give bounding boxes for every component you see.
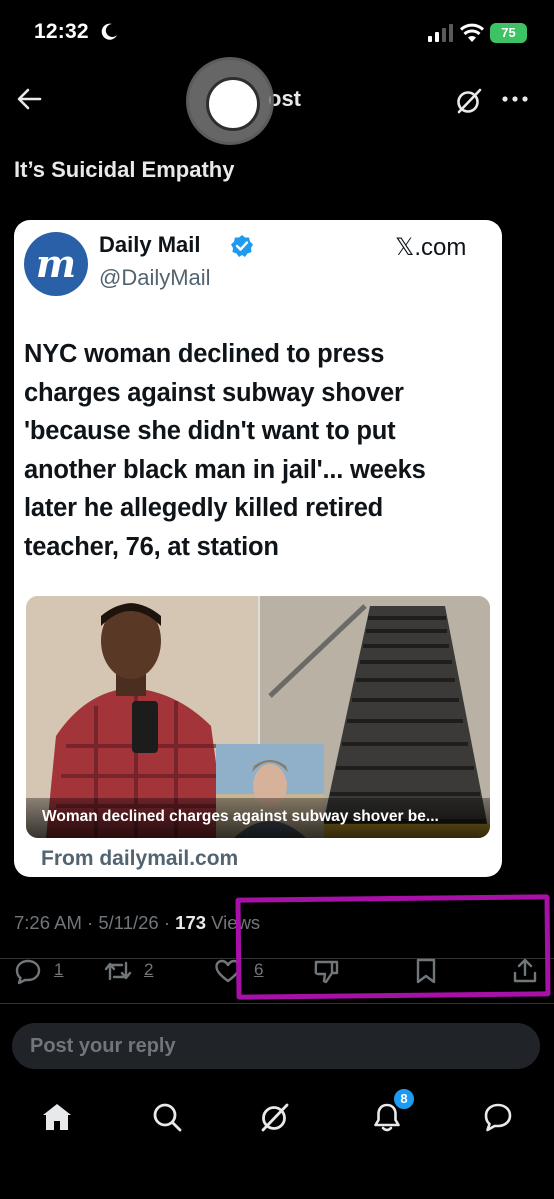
reply-input[interactable]: Post your reply bbox=[12, 1023, 540, 1069]
link-source[interactable]: From dailymail.com bbox=[41, 847, 238, 871]
annotation-highlight-box bbox=[235, 894, 551, 1000]
headline: NYC woman declined to press charges agai… bbox=[24, 340, 426, 561]
meta-separator: · bbox=[81, 912, 99, 933]
author-handle: @DailyMail bbox=[99, 265, 211, 290]
home-icon[interactable] bbox=[40, 1100, 74, 1134]
bottom-navigation: 8 bbox=[0, 1087, 554, 1150]
post-header: ost bbox=[0, 70, 554, 130]
search-icon[interactable] bbox=[150, 1100, 184, 1134]
post-text: It’s Suicidal Empathy bbox=[14, 157, 235, 182]
moon-icon bbox=[101, 23, 117, 40]
cellular-signal-icon bbox=[428, 24, 453, 42]
status-bar: 12:32 75 bbox=[0, 0, 554, 60]
assistive-touch-button[interactable] bbox=[186, 57, 274, 145]
back-arrow-icon[interactable] bbox=[16, 86, 42, 112]
grok-icon[interactable] bbox=[454, 86, 484, 116]
repost-button[interactable]: 2 bbox=[104, 955, 174, 991]
views-count[interactable]: 173 bbox=[175, 912, 206, 933]
post-date: 5/11/26 bbox=[98, 912, 159, 933]
media-caption: Woman declined charges against subway sh… bbox=[42, 808, 439, 825]
link-preview-image[interactable]: Woman declined charges against subway sh… bbox=[26, 596, 490, 838]
post-time: 7:26 AM bbox=[14, 912, 82, 933]
battery-charging-icon: 75 bbox=[490, 23, 527, 43]
more-icon[interactable] bbox=[500, 87, 530, 111]
reply-placeholder: Post your reply bbox=[30, 1035, 176, 1057]
grok-icon[interactable] bbox=[258, 1100, 292, 1134]
repost-count: 2 bbox=[144, 960, 154, 979]
source-site-label: 𝕏.com bbox=[395, 234, 467, 261]
messages-icon[interactable] bbox=[481, 1100, 515, 1134]
author-name[interactable]: Daily Mail bbox=[99, 232, 200, 258]
verified-badge-icon bbox=[231, 235, 253, 257]
wifi-icon bbox=[460, 23, 484, 42]
reply-button[interactable]: 1 bbox=[14, 955, 74, 991]
repost-icon bbox=[104, 961, 132, 981]
post-meta: 7:26 AM · 5/11/26 · 173 Views bbox=[14, 912, 260, 934]
divider bbox=[0, 1003, 554, 1004]
meta-separator: · bbox=[158, 912, 176, 933]
battery-level: 75 bbox=[501, 25, 516, 40]
avatar[interactable]: m bbox=[24, 232, 88, 296]
reply-icon bbox=[15, 959, 41, 985]
notifications-badge: 8 bbox=[392, 1087, 416, 1111]
embedded-post-card[interactable]: m Daily Mail @DailyMail 𝕏.com NYC woman … bbox=[14, 220, 502, 877]
status-time: 12:32 bbox=[34, 20, 89, 43]
reply-count: 1 bbox=[54, 960, 64, 979]
